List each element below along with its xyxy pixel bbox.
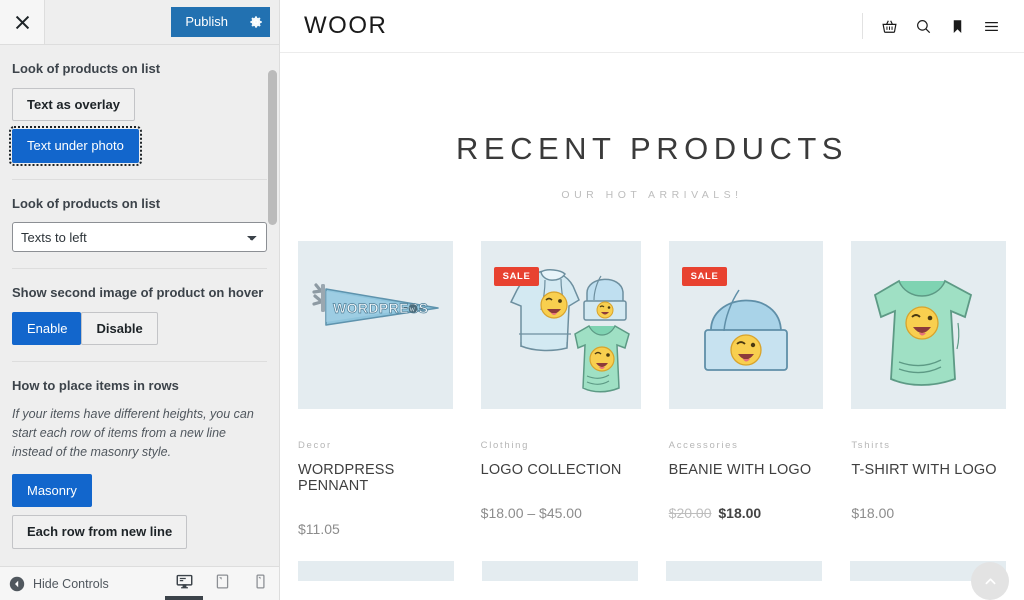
customizer-header: Publish	[0, 0, 279, 45]
scroll-to-top-button[interactable]	[971, 562, 1009, 600]
customizer-controls-pane: Look of products on list Text as overlay…	[0, 45, 279, 566]
product-card: SALE	[481, 241, 641, 537]
customizer-controls-list: Look of products on list Text as overlay…	[0, 45, 279, 565]
control-look-of-products-select: Look of products on list Texts to left T…	[12, 180, 267, 270]
site-preview-frame: WOOR	[280, 0, 1024, 600]
device-mobile-button[interactable]	[241, 567, 279, 600]
device-tablet-button[interactable]	[203, 567, 241, 600]
product-image[interactable]	[666, 561, 822, 581]
product-title[interactable]: WORDPRESS PENNANT	[298, 462, 453, 494]
product-image[interactable]: WORDPRESS W	[298, 241, 453, 409]
control-label: Look of products on list	[12, 194, 267, 214]
publish-group: Publish	[171, 7, 270, 37]
product-price: $20.00 $18.00	[669, 505, 824, 521]
products-grid: WORDPRESS W Decor WORDPRESS PENNANT $11.…	[298, 241, 1006, 537]
button-stack: Masonry Each row from new line	[12, 474, 267, 549]
product-title[interactable]: LOGO COLLECTION	[481, 462, 641, 478]
svg-text:W: W	[410, 308, 416, 314]
product-image[interactable]: SALE	[481, 241, 641, 409]
header-icon-group	[881, 18, 1000, 35]
option-masonry[interactable]: Masonry	[12, 474, 92, 508]
publish-settings-button[interactable]	[242, 7, 270, 37]
collapse-left-icon	[9, 576, 25, 592]
search-icon	[915, 18, 932, 35]
basket-icon	[881, 18, 898, 35]
product-image[interactable]	[482, 561, 638, 581]
tablet-icon	[214, 573, 231, 590]
product-category[interactable]: Accessories	[669, 440, 824, 451]
control-second-image-hover: Show second image of product on hover En…	[12, 269, 267, 362]
page-body: RECENT PRODUCTS OUR HOT ARRIVALS! WORDPR…	[280, 131, 1024, 600]
control-description: If your items have different heights, yo…	[12, 405, 267, 463]
hide-controls-button[interactable]: Hide Controls	[9, 576, 109, 592]
device-preview-buttons	[165, 567, 279, 600]
close-icon	[15, 15, 30, 30]
control-label: Show second image of product on hover	[12, 283, 267, 303]
product-card: SALE	[669, 241, 824, 537]
option-text-under-photo[interactable]: Text under photo	[12, 129, 139, 163]
button-stack: Text as overlay Text under photo	[12, 88, 267, 163]
header-divider	[862, 13, 863, 39]
product-price: $11.05	[298, 521, 453, 537]
page-title: RECENT PRODUCTS	[280, 131, 1024, 167]
control-label: How to place items in rows	[12, 376, 267, 396]
publish-button[interactable]: Publish	[171, 7, 242, 37]
sidebar-scrollbar-thumb[interactable]	[268, 70, 277, 225]
control-row-placement: How to place items in rows If your items…	[12, 362, 267, 565]
sale-badge: SALE	[682, 267, 728, 286]
price-original: $20.00	[669, 505, 712, 521]
product-image[interactable]: SALE	[669, 241, 824, 409]
sale-badge: SALE	[494, 267, 540, 286]
mobile-icon	[252, 573, 269, 590]
search-button[interactable]	[915, 18, 932, 35]
product-title[interactable]: T-SHIRT WITH LOGO	[851, 462, 1006, 478]
button-row: Enable Disable	[12, 312, 267, 346]
product-category[interactable]: Clothing	[481, 440, 641, 451]
site-logo[interactable]: WOOR	[304, 12, 387, 40]
product-category[interactable]: Decor	[298, 440, 453, 451]
customizer-footer: Hide Controls	[0, 566, 279, 600]
gear-icon	[249, 15, 263, 29]
price-value: $18.00 – $45.00	[481, 505, 582, 521]
customizer-screen: Publish Look of products on list Text as…	[0, 0, 1024, 600]
texts-alignment-select[interactable]: Texts to left Texts to center Texts to r…	[12, 222, 267, 252]
product-card: Tshirts T-SHIRT WITH LOGO $18.00	[851, 241, 1006, 537]
control-label: Look of products on list	[12, 59, 267, 79]
menu-button[interactable]	[983, 18, 1000, 35]
wishlist-button[interactable]	[949, 18, 966, 35]
option-text-as-overlay[interactable]: Text as overlay	[12, 88, 135, 122]
price-sale: $18.00	[718, 505, 761, 521]
product-title[interactable]: BEANIE WITH LOGO	[669, 462, 824, 478]
product-image[interactable]	[298, 561, 454, 581]
product-price: $18.00 – $45.00	[481, 505, 641, 521]
wordpress-pennant-illustration: WORDPRESS W	[300, 265, 450, 385]
cart-button[interactable]	[881, 18, 898, 35]
next-row-peek	[298, 561, 1006, 581]
site-header: WOOR	[280, 0, 1024, 53]
option-disable[interactable]: Disable	[81, 312, 157, 346]
option-each-row-from-new-line[interactable]: Each row from new line	[12, 515, 187, 549]
desktop-icon	[176, 573, 193, 590]
option-enable[interactable]: Enable	[12, 312, 81, 346]
tshirt-illustration	[861, 255, 996, 395]
hamburger-menu-icon	[983, 18, 1000, 35]
customizer-sidebar: Publish Look of products on list Text as…	[0, 0, 280, 600]
product-category[interactable]: Tshirts	[851, 440, 1006, 451]
control-look-of-products-buttons: Look of products on list Text as overlay…	[12, 45, 267, 180]
product-image[interactable]	[851, 241, 1006, 409]
device-desktop-button[interactable]	[165, 567, 203, 600]
product-price: $18.00	[851, 505, 1006, 521]
close-customizer-button[interactable]	[0, 0, 45, 44]
page-subtitle: OUR HOT ARRIVALS!	[280, 189, 1024, 201]
hide-controls-label: Hide Controls	[33, 577, 109, 591]
bookmark-icon	[949, 18, 966, 35]
product-card: WORDPRESS W Decor WORDPRESS PENNANT $11.…	[298, 241, 453, 537]
chevron-up-icon	[983, 574, 998, 589]
price-value: $11.05	[298, 521, 340, 537]
price-value: $18.00	[851, 505, 894, 521]
